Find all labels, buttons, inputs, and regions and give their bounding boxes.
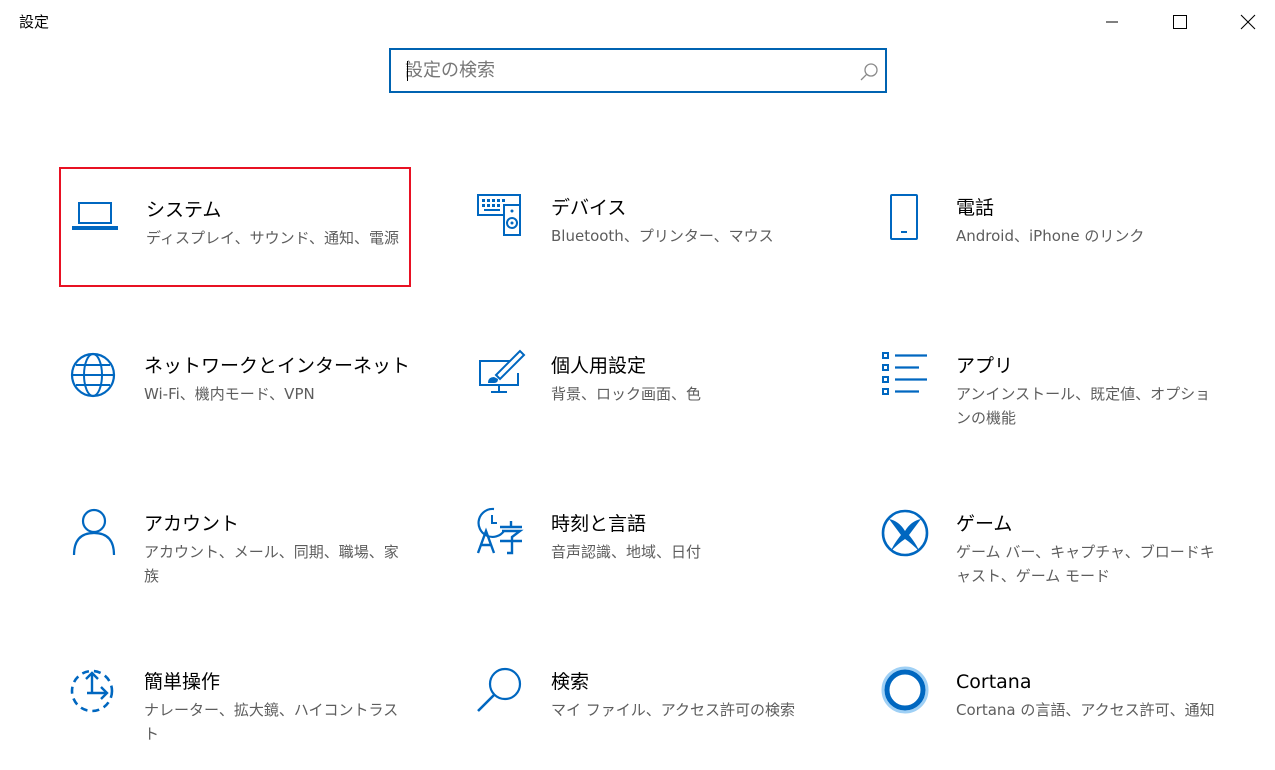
category-name: アプリ [956,355,1014,377]
category-name: デバイス [551,197,627,219]
app-title: 設定 [19,13,50,31]
category-description: Android、iPhone のリンク [956,227,1145,245]
category-personalization[interactable]: 個人用設定 背景、ロック画面、色 [466,325,818,445]
category-description: マイ ファイル、アクセス許可の検索 [551,701,796,719]
category-time-language[interactable]: 時刻と言語 音声認識、地域、日付 [466,483,818,603]
category-description: Bluetooth、プリンター、マウス [551,227,774,245]
category-description: ナレーター、拡大鏡、ハイコントラスト [144,701,399,743]
category-description: ディスプレイ、サウンド、通知、電源 [146,229,400,247]
category-search[interactable]: 検索 マイ ファイル、アクセス許可の検索 [466,641,818,761]
category-description: 背景、ロック画面、色 [551,385,702,403]
category-devices[interactable]: デバイス Bluetooth、プリンター、マウス [466,167,818,287]
search-icon[interactable] [859,62,879,82]
category-description: アカウント、メール、同期、職場、家族 [144,543,399,585]
category-description: 音声認識、地域、日付 [551,543,702,561]
category-description: Cortana の言語、アクセス許可、通知 [956,701,1215,719]
category-name: 検索 [551,671,590,693]
close-button[interactable] [1214,0,1275,44]
title-bar: 設定 [0,0,1275,44]
search-input[interactable] [405,50,845,91]
ease-of-access-icon [70,669,114,713]
category-description: アンインストール、既定値、オプションの機能 [956,385,1211,427]
category-apps[interactable]: アプリ アンインストール、既定値、オプションの機能 [871,325,1223,445]
globe-icon [70,352,116,398]
category-ease-of-access[interactable]: 簡単操作 ナレーター、拡大鏡、ハイコントラスト [59,641,411,761]
category-name: ネットワークとインターネット [144,355,411,377]
maximize-icon [1173,15,1187,29]
time-language-icon [476,507,524,555]
xbox-icon [881,509,929,557]
category-name: システム [146,199,222,221]
minimize-icon [1106,21,1118,23]
category-system[interactable]: システム ディスプレイ、サウンド、通知、電源 [59,167,411,287]
laptop-icon [72,202,118,230]
close-icon [1240,14,1256,30]
cortana-icon [881,666,929,714]
category-accounts[interactable]: アカウント アカウント、メール、同期、職場、家族 [59,483,411,603]
category-name: 時刻と言語 [551,513,647,535]
category-name: 個人用設定 [551,355,647,377]
category-network-internet[interactable]: ネットワークとインターネット Wi-Fi、機内モード、VPN [59,325,411,445]
category-phone[interactable]: 電話 Android、iPhone のリンク [871,167,1223,287]
phone-icon [890,194,918,240]
search-box [389,48,887,93]
category-name: ゲーム [956,513,1013,535]
category-description: ゲーム バー、キャプチャ、ブロードキャスト、ゲーム モード [956,543,1215,585]
magnifier-icon [477,667,522,712]
keyboard-speaker-icon [477,194,521,236]
paintbrush-monitor-icon [479,349,526,393]
category-cortana[interactable]: Cortana Cortana の言語、アクセス許可、通知 [871,641,1223,761]
app-list-icon [882,352,927,395]
person-icon [72,508,116,556]
category-name: Cortana [956,671,1032,693]
category-gaming[interactable]: ゲーム ゲーム バー、キャプチャ、ブロードキャスト、ゲーム モード [871,483,1223,603]
category-description: Wi-Fi、機内モード、VPN [144,385,315,403]
category-name: 電話 [956,197,995,219]
maximize-button[interactable] [1146,0,1214,44]
category-name: 簡単操作 [144,671,221,693]
text-caret [407,61,408,81]
minimize-button[interactable] [1078,0,1146,44]
category-name: アカウント [144,513,240,535]
